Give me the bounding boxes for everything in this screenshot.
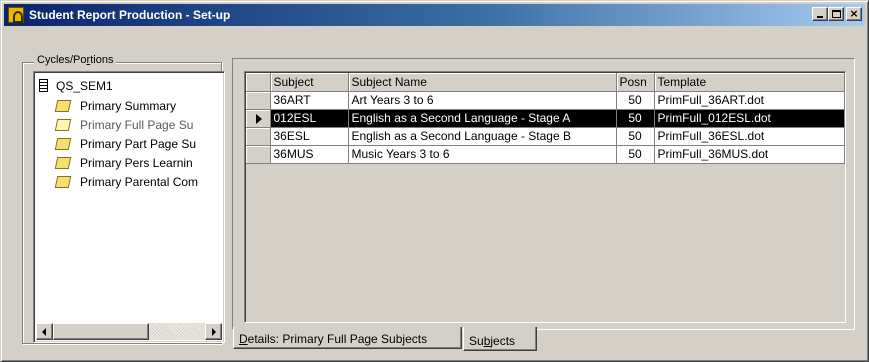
table-row-selected[interactable]: 012ESL English as a Second Language - St… [246,109,845,128]
close-icon: × [849,7,859,20]
subjects-grid[interactable]: Subject Subject Name Posn Template 36ART… [244,71,846,323]
cell-posn[interactable]: 50 [616,91,655,110]
column-header-subject[interactable]: Subject [270,73,349,92]
subjects-table: Subject Subject Name Posn Template 36ART… [246,73,845,164]
window-title: Student Report Production - Set-up [29,8,231,22]
cell-subject-name[interactable]: English as a Second Language - Stage B [348,127,617,146]
cycle-icon [39,79,48,92]
closed-folder-icon [54,157,72,169]
scroll-thumb[interactable] [53,323,149,340]
cell-posn[interactable]: 50 [616,145,655,164]
tree-root-node[interactable]: QS_SEM1 [39,79,113,97]
maximize-button[interactable] [828,7,844,21]
closed-folder-icon [54,138,72,150]
table-row[interactable]: 36MUS Music Years 3 to 6 50 PrimFull_36M… [246,145,845,164]
app-icon[interactable] [8,7,24,23]
cell-template[interactable]: PrimFull_36ESL.dot [654,127,845,146]
cell-subject-name[interactable]: Art Years 3 to 6 [348,91,617,110]
cell-subject[interactable]: 36MUS [270,145,349,164]
cell-subject[interactable]: 012ESL [270,109,349,128]
column-header-subject-name[interactable]: Subject Name [348,73,617,92]
maximize-icon [832,10,841,18]
scroll-right-button[interactable] [205,323,222,340]
open-folder-icon [54,119,72,131]
column-header-posn[interactable]: Posn [616,73,655,92]
tree-horizontal-scrollbar[interactable] [36,323,222,340]
cell-posn[interactable]: 50 [616,109,655,128]
row-indicator[interactable] [246,109,271,128]
cell-template[interactable]: PrimFull_36ART.dot [654,91,845,110]
minimize-icon [817,16,823,18]
tab-details[interactable]: Details: Primary Full Page Subjects [233,327,462,349]
tree-item-primary-full-page[interactable]: Primary Full Page Su [54,118,193,136]
close-button[interactable]: × [846,7,862,21]
title-bar[interactable]: Student Report Production - Set-up × [4,4,865,26]
tab-subjects[interactable]: Subjects [463,327,537,351]
arrow-left-icon [42,328,46,336]
header-indicator-cell [246,73,271,92]
tree-item-primary-part-page[interactable]: Primary Part Page Su [54,137,196,155]
tree-item-primary-pers-learning[interactable]: Primary Pers Learnin [54,156,193,174]
cell-subject-name[interactable]: English as a Second Language - Stage A [348,109,617,128]
table-row[interactable]: 36ART Art Years 3 to 6 50 PrimFull_36ART… [246,91,845,110]
table-header-row: Subject Subject Name Posn Template [246,73,845,92]
scroll-left-button[interactable] [36,323,53,340]
row-indicator[interactable] [246,127,271,146]
row-indicator[interactable] [246,91,271,110]
row-indicator[interactable] [246,145,271,164]
closed-folder-icon [54,100,72,112]
cell-template[interactable]: PrimFull_36MUS.dot [654,145,845,164]
cycles-tree[interactable]: QS_SEM1 Primary Summary Primary Full Pag… [33,71,225,343]
tab-subjects-label: Subjects [469,334,516,348]
tree-root-label: QS_SEM1 [56,79,113,93]
arrow-right-icon [212,328,216,336]
tree-item-primary-summary[interactable]: Primary Summary [54,99,176,117]
cell-posn[interactable]: 50 [616,127,655,146]
tree-item-primary-parental-com[interactable]: Primary Parental Com [54,175,198,193]
closed-folder-icon [54,176,72,188]
cell-template[interactable]: PrimFull_012ESL.dot [654,109,845,128]
minimize-button[interactable] [812,7,828,21]
table-row[interactable]: 36ESL English as a Second Language - Sta… [246,127,845,146]
cell-subject[interactable]: 36ESL [270,127,349,146]
cell-subject-name[interactable]: Music Years 3 to 6 [348,145,617,164]
column-header-template[interactable]: Template [654,73,845,92]
current-row-arrow-icon [256,113,262,124]
cell-subject[interactable]: 36ART [270,91,349,110]
cycles-group-label: Cycles/Portions [34,54,117,66]
